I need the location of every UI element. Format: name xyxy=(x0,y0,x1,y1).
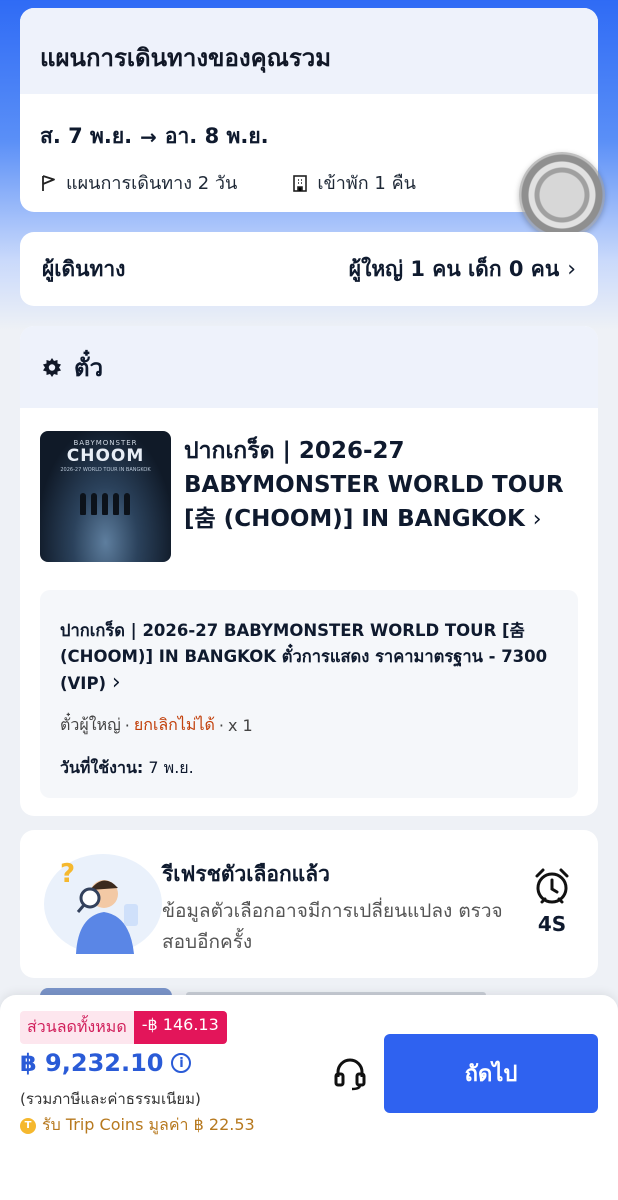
ticket-section-header: ตั๋ว xyxy=(20,326,598,408)
tax-note: (รวมภาษีและค่าธรรมเนียม) xyxy=(20,1090,201,1108)
alarm-clock-icon xyxy=(535,868,569,904)
checkout-bottom-bar: ส่วนลดทั้งหมด -฿ 146.13 ฿ 9,232.10 i (รว… xyxy=(0,995,618,1200)
separator-dot: · xyxy=(218,716,224,735)
trip-summary-card: แผนการเดินทางของคุณรวม ส. 7 พ.ย. → อา. 8… xyxy=(20,8,598,212)
arrow-right-icon: → xyxy=(140,124,157,149)
svg-text:?: ? xyxy=(60,859,75,889)
travelers-value: ผู้ใหญ่ 1 คน เด็ก 0 คน xyxy=(348,256,560,281)
separator-dot: · xyxy=(124,716,130,735)
chevron-right-icon: › xyxy=(111,670,121,695)
non-refundable-badge: ยกเลิกไม่ได้ xyxy=(133,715,215,734)
thumb-subtitle: 2026-27 WORLD TOUR IN BANGKOK xyxy=(60,467,151,473)
thumb-title: CHOOM xyxy=(66,446,145,466)
trip-meta: แผนการเดินทาง 2 วัน เข้าพัก 1 คืน xyxy=(40,168,416,197)
discount-label: ส่วนลดทั้งหมด xyxy=(20,1011,134,1044)
person-magnifier-illustration: ? xyxy=(60,859,138,954)
date-from: ส. 7 พ.ย. xyxy=(40,124,133,148)
assistive-touch-button[interactable] xyxy=(519,152,605,238)
ticket-card: ตั๋ว BABYMONSTER CHOOM 2026-27 WORLD TOU… xyxy=(20,326,598,816)
travelers-row[interactable]: ผู้เดินทาง ผู้ใหญ่ 1 คน เด็ก 0 คน › xyxy=(20,232,598,306)
chevron-right-icon: › xyxy=(532,507,542,532)
chevron-right-icon: › xyxy=(567,256,576,282)
refresh-notice-card: ? รีเฟรชตัวเลือกแล้ว ข้อมูลตัวเลือกอาจมี… xyxy=(20,830,598,978)
ticket-detail-title-link[interactable]: ปากเกร็ด | 2026-27 BABYMONSTER WORLD TOU… xyxy=(60,618,558,697)
use-date-label: วันที่ใช้งาน: xyxy=(60,758,144,777)
itinerary-info: แผนการเดินทาง 2 วัน xyxy=(40,168,237,197)
hotel-icon xyxy=(293,174,308,192)
use-date-row: วันที่ใช้งาน: 7 พ.ย. xyxy=(60,756,558,781)
travelers-label: ผู้เดินทาง xyxy=(42,256,126,281)
ticket-type: ตั๋วผู้ใหญ่ xyxy=(60,715,121,734)
trip-coins-row: T รับ Trip Coins มูลค่า ฿ 22.53 xyxy=(20,1113,255,1138)
trip-coins-text: รับ Trip Coins มูลค่า ฿ 22.53 xyxy=(42,1115,255,1134)
ticket-quantity: x 1 xyxy=(228,716,253,735)
attraction-icon xyxy=(43,358,61,377)
headset-icon[interactable] xyxy=(332,1055,368,1091)
ticket-attributes: ตั๋วผู้ใหญ่ · ยกเลิกไม่ได้ · x 1 xyxy=(60,713,558,738)
date-to: อา. 8 พ.ย. xyxy=(164,124,269,148)
trip-summary-title: แผนการเดินทางของคุณรวม xyxy=(20,8,598,94)
countdown-timer: 4S xyxy=(530,866,574,936)
refresh-description: ข้อมูลตัวเลือกอาจมีการเปลี่ยนแปลง ตรวจสอ… xyxy=(162,900,503,953)
event-title: ปากเกร็ด | 2026-27 BABYMONSTER WORLD TOU… xyxy=(184,438,564,532)
event-thumbnail[interactable]: BABYMONSTER CHOOM 2026-27 WORLD TOUR IN … xyxy=(40,431,171,562)
stay-label: เข้าพัก 1 คืน xyxy=(317,173,416,194)
total-price: ฿ 9,232.10 xyxy=(20,1049,164,1077)
refresh-title: รีเฟรชตัวเลือกแล้ว xyxy=(162,862,330,886)
event-title-link[interactable]: ปากเกร็ด | 2026-27 BABYMONSTER WORLD TOU… xyxy=(184,434,584,537)
ticket-section-title: ตั๋ว xyxy=(74,353,104,382)
itinerary-label: แผนการเดินทาง 2 วัน xyxy=(66,173,238,194)
ticket-detail-title: ปากเกร็ด | 2026-27 BABYMONSTER WORLD TOU… xyxy=(60,621,548,693)
thumb-figures xyxy=(80,493,130,515)
discount-value: -฿ 146.13 xyxy=(133,1011,227,1044)
flag-icon xyxy=(42,174,55,191)
refresh-illustration: ? xyxy=(44,854,162,954)
info-icon[interactable]: i xyxy=(171,1053,192,1073)
discount-badge[interactable]: ส่วนลดทั้งหมด -฿ 146.13 xyxy=(20,1011,227,1044)
travelers-value-group: ผู้ใหญ่ 1 คน เด็ก 0 คน › xyxy=(349,253,576,286)
next-button[interactable]: ถัดไป xyxy=(384,1034,598,1113)
coin-icon: T xyxy=(20,1117,36,1134)
stay-info: เข้าพัก 1 คืน xyxy=(291,168,416,197)
trip-dates: ส. 7 พ.ย. → อา. 8 พ.ย. xyxy=(40,120,269,153)
countdown-value: 4S xyxy=(537,912,567,936)
total-price-row: ฿ 9,232.10 i xyxy=(20,1049,192,1077)
use-date-value: 7 พ.ย. xyxy=(148,758,194,777)
ticket-detail-box: ปากเกร็ด | 2026-27 BABYMONSTER WORLD TOU… xyxy=(40,590,578,798)
